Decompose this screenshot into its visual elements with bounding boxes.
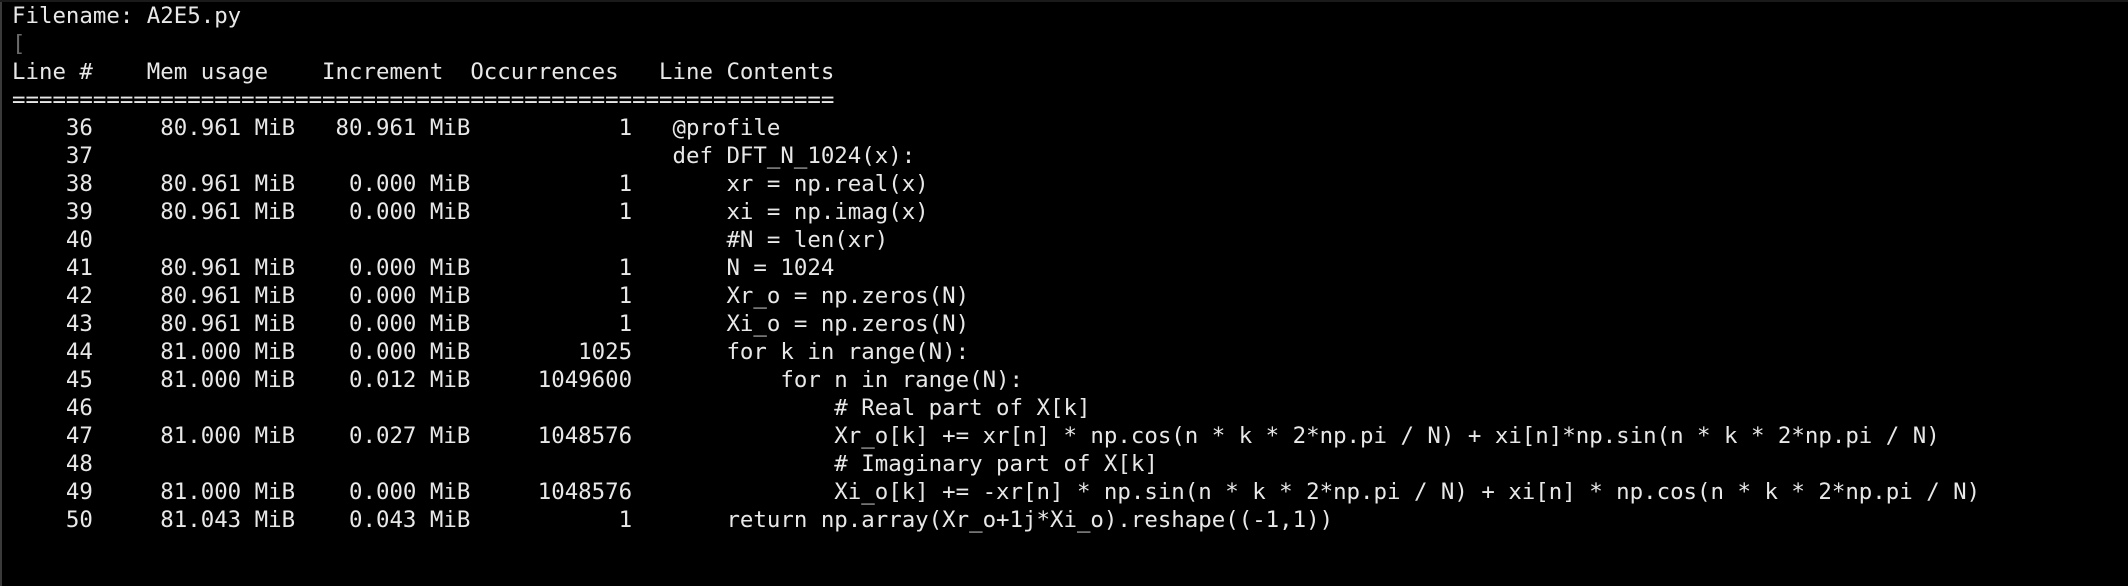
cursor-marker: [ — [12, 31, 26, 57]
profile-rows: 36 80.961 MiB 80.961 MiB 1 @profile 37 d… — [12, 114, 2128, 534]
table-separator: ========================================… — [12, 87, 835, 113]
table-row: 42 80.961 MiB 0.000 MiB 1 Xr_o = np.zero… — [12, 283, 970, 309]
window-left-border — [0, 2, 2, 586]
terminal-window[interactable]: Filename: A2E5.py [ Line # Mem usage Inc… — [0, 0, 2128, 586]
table-row: 49 81.000 MiB 0.000 MiB 1048576 Xi_o[k] … — [12, 479, 1981, 505]
clipped-previous-output — [0, 0, 2128, 2]
filename-label: Filename: A2E5.py — [12, 3, 242, 29]
table-row: 38 80.961 MiB 0.000 MiB 1 xr = np.real(x… — [12, 171, 929, 197]
table-row: 37 def DFT_N_1024(x): — [12, 143, 916, 169]
table-row: 47 81.000 MiB 0.027 MiB 1048576 Xr_o[k] … — [12, 423, 1940, 449]
table-row: 40 #N = len(xr) — [12, 227, 889, 253]
table-row: 46 # Real part of X[k] — [12, 395, 1091, 421]
table-row: 44 81.000 MiB 0.000 MiB 1025 for k in ra… — [12, 339, 970, 365]
table-row: 50 81.043 MiB 0.043 MiB 1 return np.arra… — [12, 507, 1334, 533]
table-row: 43 80.961 MiB 0.000 MiB 1 Xi_o = np.zero… — [12, 311, 970, 337]
table-row: 45 81.000 MiB 0.012 MiB 1049600 for n in… — [12, 367, 1024, 393]
table-header: Line # Mem usage Increment Occurrences L… — [12, 59, 835, 85]
table-row: 41 80.961 MiB 0.000 MiB 1 N = 1024 — [12, 255, 835, 281]
table-row: 39 80.961 MiB 0.000 MiB 1 xi = np.imag(x… — [12, 199, 929, 225]
table-row: 36 80.961 MiB 80.961 MiB 1 @profile — [12, 115, 781, 141]
table-row: 48 # Imaginary part of X[k] — [12, 451, 1158, 477]
